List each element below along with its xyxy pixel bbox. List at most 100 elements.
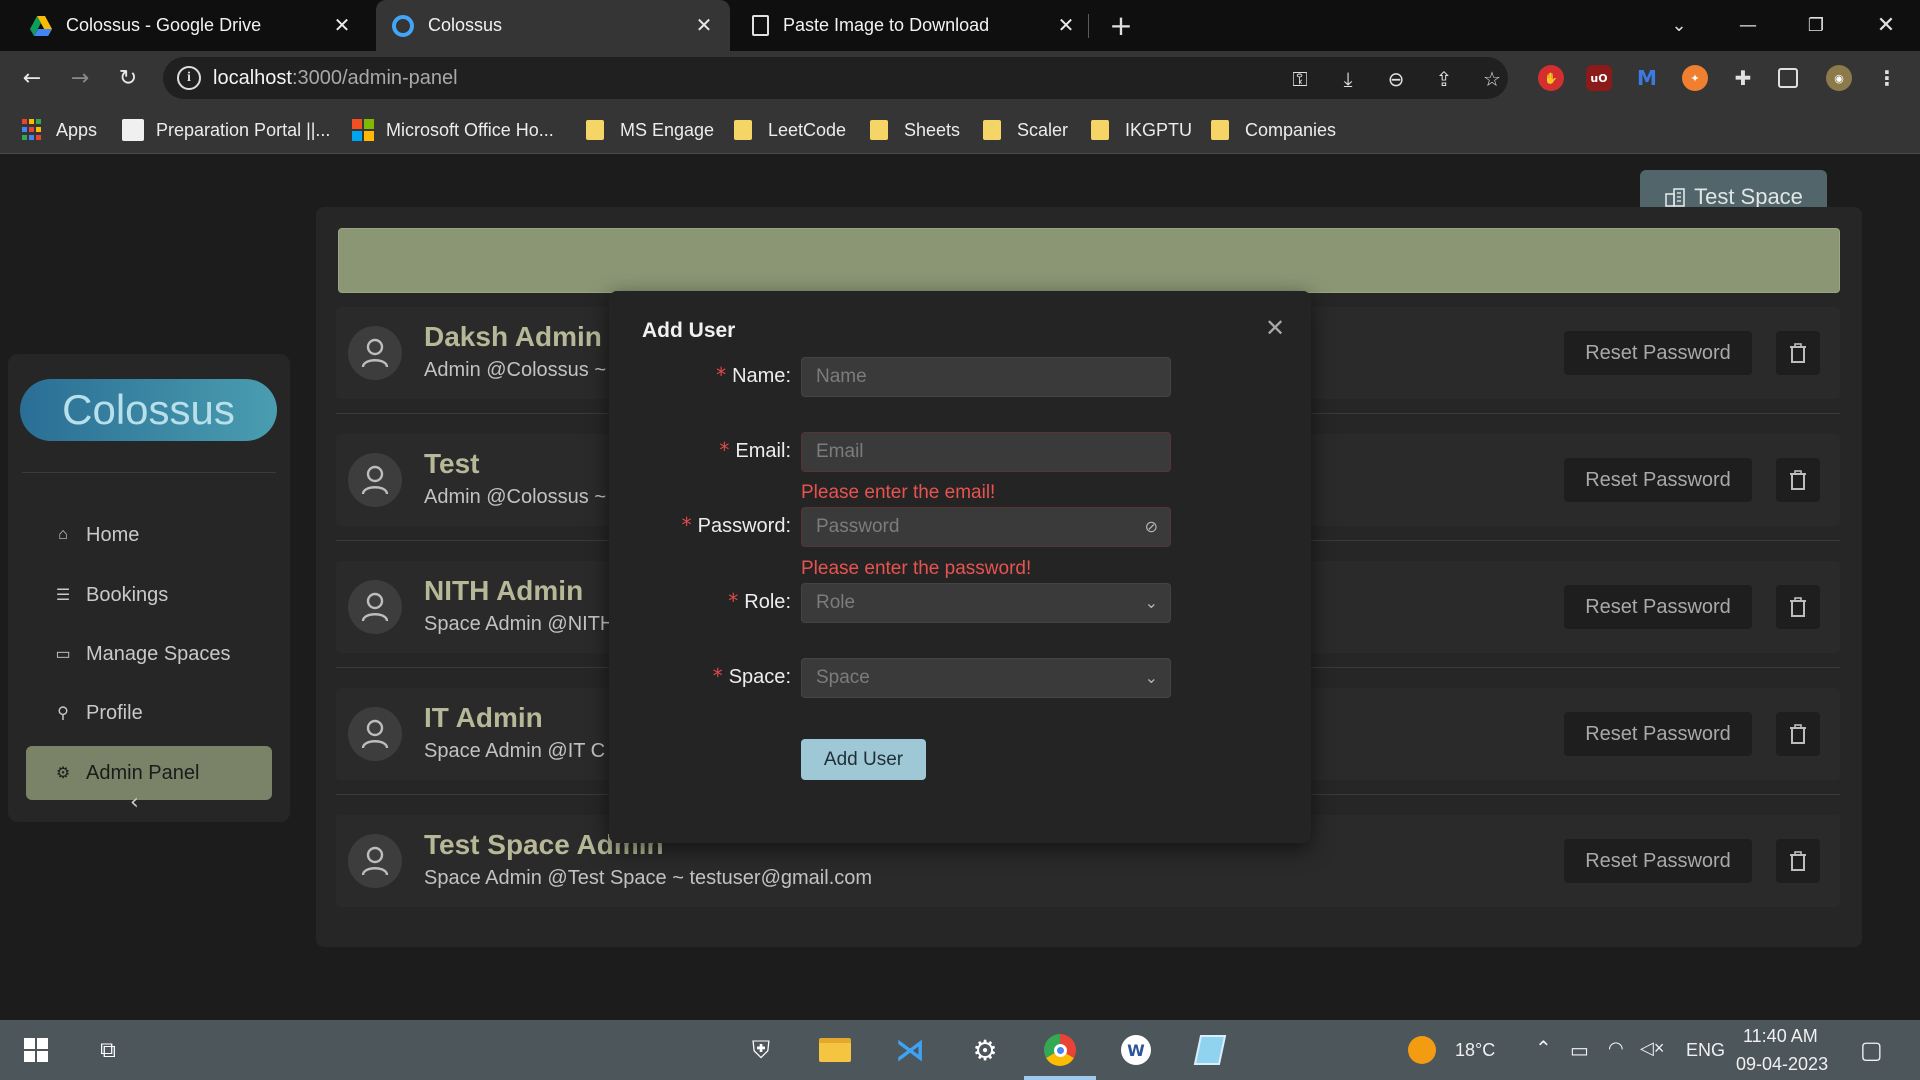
vscode-icon[interactable]: ⋊ xyxy=(890,1030,930,1070)
add-user-submit-button[interactable]: Add User xyxy=(801,739,926,780)
volume-mute-icon[interactable]: ◁× xyxy=(1640,1038,1664,1059)
sidebar-item-profile[interactable]: ⚲ Profile xyxy=(26,686,272,740)
weather-sun-icon[interactable] xyxy=(1408,1036,1436,1064)
desktop-icon: ▭ xyxy=(55,646,71,663)
delete-user-button[interactable] xyxy=(1776,331,1820,375)
clock-date[interactable]: 09-04-2023 xyxy=(1736,1054,1828,1075)
profile-avatar-icon[interactable]: ◉ xyxy=(1826,65,1852,91)
orange-extension-icon[interactable]: ✦ xyxy=(1682,65,1708,91)
reset-password-button[interactable]: Reset Password xyxy=(1564,839,1752,883)
bookmark-preparation-portal[interactable]: Preparation Portal ||... xyxy=(122,117,330,143)
collapse-sidebar-icon[interactable]: ‹ xyxy=(130,790,139,815)
battery-icon[interactable]: ▭ xyxy=(1570,1038,1589,1063)
delete-user-button[interactable] xyxy=(1776,712,1820,756)
reset-password-button[interactable]: Reset Password xyxy=(1564,331,1752,375)
tab-paste-image[interactable]: Paste Image to Download ✕ xyxy=(738,0,1092,51)
reset-password-button[interactable]: Reset Password xyxy=(1564,712,1752,756)
bookmark-label: Microsoft Office Ho... xyxy=(386,119,554,140)
file-explorer-icon[interactable] xyxy=(815,1030,855,1070)
bookmark-apps[interactable]: Apps xyxy=(22,117,97,143)
restore-icon[interactable]: ❐ xyxy=(1801,10,1831,40)
bookmark-sheets[interactable]: Sheets xyxy=(870,117,960,143)
chevron-down-icon: ⌄ xyxy=(1144,595,1158,612)
reset-password-button[interactable]: Reset Password xyxy=(1564,585,1752,629)
language-indicator[interactable]: ENG xyxy=(1686,1040,1725,1061)
sidebar-item-label: Admin Panel xyxy=(86,761,200,784)
sidebar-item-admin-panel[interactable]: ⚙ Admin Panel xyxy=(26,746,272,800)
back-icon[interactable]: ← xyxy=(17,63,47,93)
password-field[interactable]: Password ⊘ xyxy=(801,507,1171,547)
google-drive-icon xyxy=(30,15,52,36)
app-viewport: Test Space Colossus ⌂ Home ☰ Bookings ▭ … xyxy=(0,155,1920,1020)
bookmark-ikgptu[interactable]: IKGPTU xyxy=(1091,117,1192,143)
reload-icon[interactable]: ↻ xyxy=(113,63,143,93)
task-view-icon[interactable]: ⧉ xyxy=(88,1030,128,1070)
email-field[interactable]: Email xyxy=(801,432,1171,472)
trash-icon xyxy=(1790,343,1806,363)
bookmark-microsoft-office[interactable]: Microsoft Office Ho... xyxy=(352,117,554,143)
settings-gear-icon[interactable]: ⚙ xyxy=(965,1030,1005,1070)
close-icon[interactable]: ✕ xyxy=(1260,313,1290,343)
add-user-modal: Add User ✕ * Name: Name * Email: Email Ple… xyxy=(609,291,1311,843)
site-info-icon[interactable]: i xyxy=(177,66,201,90)
folder-icon xyxy=(983,120,1001,140)
role-select[interactable]: Role ⌄ xyxy=(801,583,1171,623)
close-icon[interactable]: ✕ xyxy=(1054,13,1078,37)
puzzle-icon[interactable]: ✚ xyxy=(1730,65,1756,91)
close-icon[interactable]: ✕ xyxy=(692,13,716,37)
m-extension-icon[interactable]: M xyxy=(1634,65,1660,91)
shield-icon[interactable]: ⛨ xyxy=(741,1030,781,1070)
name-field[interactable]: Name xyxy=(801,357,1171,397)
add-user-banner[interactable] xyxy=(338,228,1840,293)
app-logo[interactable]: Colossus xyxy=(20,379,277,441)
bookmark-leetcode[interactable]: LeetCode xyxy=(734,117,846,143)
chevron-down-icon[interactable]: ⌄ xyxy=(1664,10,1694,40)
ublock-icon[interactable]: uO xyxy=(1586,65,1612,91)
forward-icon[interactable]: → xyxy=(65,63,95,93)
tab-google-drive[interactable]: Colossus - Google Drive ✕ xyxy=(14,0,368,51)
install-icon[interactable]: ⤓ xyxy=(1336,67,1360,91)
new-tab-icon[interactable]: + xyxy=(1106,9,1136,42)
share-icon[interactable]: ⇪ xyxy=(1432,67,1456,91)
star-icon[interactable]: ☆ xyxy=(1480,67,1504,91)
eye-invisible-icon[interactable]: ⊘ xyxy=(1145,517,1158,537)
role-label: * Role: xyxy=(728,589,791,613)
space-select[interactable]: Space ⌄ xyxy=(801,658,1171,698)
minimize-icon[interactable]: — xyxy=(1733,10,1763,40)
wifi-icon[interactable]: ◠ xyxy=(1608,1038,1624,1059)
delete-user-button[interactable] xyxy=(1776,585,1820,629)
chrome-icon[interactable] xyxy=(1040,1030,1080,1070)
sidebar-item-label: Home xyxy=(86,523,140,546)
chevron-up-icon[interactable]: ⌃ xyxy=(1535,1036,1552,1061)
sidebar-item-manage-spaces[interactable]: ▭ Manage Spaces xyxy=(26,627,272,681)
close-icon[interactable]: ✕ xyxy=(330,13,354,37)
url-text[interactable]: localhost:3000/admin-panel xyxy=(213,67,458,90)
zoom-icon[interactable]: ⊖ xyxy=(1384,67,1408,91)
tab-colossus[interactable]: Colossus ✕ xyxy=(376,0,730,51)
sidebar-item-bookings[interactable]: ☰ Bookings xyxy=(26,568,272,622)
windows-start-icon[interactable] xyxy=(16,1030,56,1070)
delete-user-button[interactable] xyxy=(1776,458,1820,502)
window-close-icon[interactable]: ✕ xyxy=(1871,10,1901,40)
weather-temperature[interactable]: 18°C xyxy=(1455,1040,1495,1061)
sidebar-item-home[interactable]: ⌂ Home xyxy=(26,508,272,562)
bookmark-ms-engage[interactable]: MS Engage xyxy=(586,117,714,143)
address-bar[interactable]: i localhost:3000/admin-panel ⚿ ⤓ ⊖ ⇪ ☆ xyxy=(163,57,1508,99)
bookmark-companies[interactable]: Companies xyxy=(1211,117,1336,143)
bookmark-label: IKGPTU xyxy=(1125,119,1193,140)
folder-icon xyxy=(1091,120,1109,140)
side-panel-icon[interactable] xyxy=(1778,68,1798,88)
notepad-icon[interactable] xyxy=(1190,1030,1230,1070)
more-icon[interactable]: ⋮ xyxy=(1874,65,1900,91)
colossus-favicon-icon xyxy=(392,14,414,37)
word-app-icon[interactable]: W xyxy=(1116,1030,1156,1070)
reset-password-button[interactable]: Reset Password xyxy=(1564,458,1752,502)
bookmark-scaler[interactable]: Scaler xyxy=(983,117,1068,143)
delete-user-button[interactable] xyxy=(1776,839,1820,883)
key-icon[interactable]: ⚿ xyxy=(1288,67,1312,91)
notification-icon[interactable]: ▢ xyxy=(1860,1036,1883,1065)
adblock-icon[interactable]: ✋ xyxy=(1538,65,1564,91)
clock-time[interactable]: 11:40 AM xyxy=(1743,1026,1818,1047)
browser-toolbar: ← → ↻ i localhost:3000/admin-panel ⚿ ⤓ ⊖… xyxy=(0,51,1920,105)
avatar xyxy=(348,453,402,507)
